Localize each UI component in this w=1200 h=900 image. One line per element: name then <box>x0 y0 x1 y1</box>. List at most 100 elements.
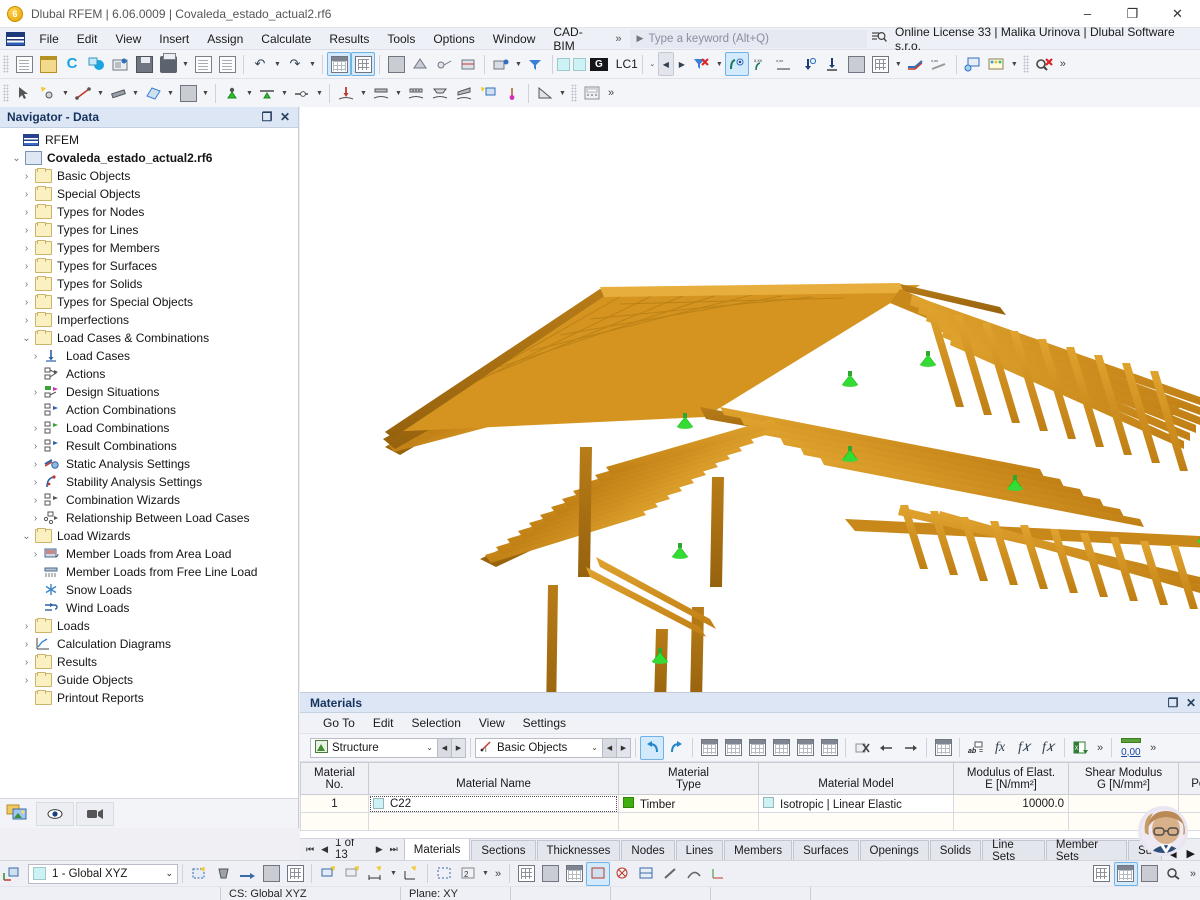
materials-toolbar-overflow-icon[interactable]: » <box>1093 742 1107 754</box>
tree-item-calculation-diagrams[interactable]: › Calculation Diagrams <box>0 635 298 653</box>
line-support-dropdown-icon[interactable]: ▼ <box>279 90 290 97</box>
member-hinge-dropdown-icon[interactable]: ▼ <box>314 90 325 97</box>
select-objects-button[interactable] <box>12 81 36 105</box>
col-material-no[interactable]: Material No. <box>300 762 369 795</box>
table-col-1-button[interactable] <box>745 736 769 760</box>
redo-dropdown-icon[interactable]: ▼ <box>307 61 318 68</box>
render-mode-5-button[interactable] <box>610 862 634 886</box>
tree-item-imperfections[interactable]: › Imperfections <box>0 311 298 329</box>
decimals-button[interactable]: 0,00 <box>1116 736 1146 760</box>
render-button[interactable] <box>408 52 432 76</box>
show-results-button[interactable] <box>724 52 749 76</box>
solid-results-button[interactable] <box>845 52 869 76</box>
tree-item-load-wizards[interactable]: ⌄ Load Wizards <box>0 527 298 545</box>
tree-twisty-14[interactable]: › <box>27 423 44 434</box>
section-view-button[interactable] <box>456 52 480 76</box>
tab-openings[interactable]: Openings <box>859 840 929 860</box>
result-diagram-button[interactable]: x,xx <box>773 52 797 76</box>
menu-calculate[interactable]: Calculate <box>252 29 320 49</box>
new-report-button[interactable] <box>191 52 215 76</box>
navigator-footer-icon[interactable] <box>6 803 28 825</box>
move-row-up-button[interactable] <box>874 736 898 760</box>
view-grid-button[interactable] <box>1090 862 1114 886</box>
tree-twisty-19[interactable]: › <box>27 513 44 524</box>
wireframe-button[interactable] <box>432 52 456 76</box>
formula-button[interactable]: fx <box>988 736 1012 760</box>
coordinate-system-chevron-down-icon[interactable]: ⌄ <box>165 868 173 879</box>
tree-item-types-for-lines[interactable]: › Types for Lines <box>0 221 298 239</box>
member-results-button[interactable] <box>904 52 928 76</box>
cloud-model-button[interactable] <box>84 52 108 76</box>
menu-results[interactable]: Results <box>320 29 378 49</box>
navigator-view-button[interactable] <box>36 801 74 826</box>
undo-dropdown-icon[interactable]: ▼ <box>272 61 283 68</box>
render-mode-7-button[interactable] <box>658 862 682 886</box>
load-case-prev-button[interactable]: ◀ <box>657 52 674 76</box>
new-surface-dropdown-icon[interactable]: ▼ <box>165 90 176 97</box>
grid-snap-button[interactable] <box>259 862 283 886</box>
formula-delete-button[interactable]: f𝑥 <box>1012 736 1036 760</box>
load-case-dropdown-icon[interactable]: ⌄ <box>647 60 658 68</box>
minimize-button[interactable]: – <box>1065 0 1110 28</box>
imperfection-button[interactable] <box>476 81 500 105</box>
move-row-down-button[interactable] <box>898 736 922 760</box>
tree-item-loads[interactable]: › Loads <box>0 617 298 635</box>
materials-menu-selection[interactable]: Selection <box>403 714 470 732</box>
structure-next-button[interactable]: ▶ <box>452 737 466 758</box>
render-mode-6-button[interactable] <box>634 862 658 886</box>
bottom-overflow-icon[interactable]: » <box>491 868 505 880</box>
ortho-button[interactable] <box>235 862 259 886</box>
materials-menu-settings[interactable]: Settings <box>514 714 575 732</box>
surface-load-button[interactable] <box>428 81 452 105</box>
materials-menu-edit[interactable]: Edit <box>364 714 403 732</box>
selection-mode-button[interactable] <box>432 862 456 886</box>
new-solid-dropdown-icon[interactable]: ▼ <box>200 90 211 97</box>
print-dropdown-icon[interactable]: ▼ <box>180 61 191 68</box>
new-line-button[interactable] <box>71 81 95 105</box>
export-excel-button[interactable]: X <box>1069 736 1093 760</box>
visibility-button[interactable] <box>489 52 513 76</box>
cell-material-type[interactable]: Timber <box>618 794 759 813</box>
pager-prev-button[interactable]: ◀ <box>321 844 328 855</box>
menu-edit[interactable]: Edit <box>68 29 107 49</box>
object-snap2-button[interactable] <box>283 862 307 886</box>
import-button[interactable] <box>108 52 132 76</box>
tree-item-relationship-between-load-cases[interactable]: › Relationship Between Load Cases <box>0 509 298 527</box>
tree-twisty-20[interactable]: ⌄ <box>18 531 35 542</box>
selection-extra-dropdown-icon[interactable]: ▼ <box>480 870 491 877</box>
structure-selector[interactable]: Structure ⌄ <box>310 737 438 758</box>
toolbar-grip-2[interactable] <box>1022 55 1029 73</box>
menu-overflow-icon[interactable]: » <box>611 30 625 48</box>
visibility-dropdown-icon[interactable]: ▼ <box>513 61 524 68</box>
delete-row-button[interactable] <box>850 736 874 760</box>
navigator-camera-button[interactable] <box>76 801 114 826</box>
free-load-button[interactable] <box>452 81 476 105</box>
tree-twisty-18[interactable]: › <box>27 495 44 506</box>
materials-menu-view[interactable]: View <box>470 714 514 732</box>
print-button[interactable] <box>156 52 180 76</box>
tab-solids[interactable]: Solids <box>929 840 982 860</box>
clear-results-button[interactable] <box>690 52 714 76</box>
line-support-button[interactable] <box>255 81 279 105</box>
tree-item-snow-loads[interactable]: Snow Loads <box>0 581 298 599</box>
view-isometric-button[interactable] <box>1138 862 1162 886</box>
tree-twisty-2[interactable]: › <box>18 207 35 218</box>
result-legend-dropdown-icon[interactable]: ▼ <box>1009 61 1020 68</box>
table-settings-button[interactable] <box>931 736 955 760</box>
new-node-button[interactable] <box>36 81 60 105</box>
tree-item-wind-loads[interactable]: Wind Loads <box>0 599 298 617</box>
tree-item-types-for-nodes[interactable]: › Types for Nodes <box>0 203 298 221</box>
col-material-name[interactable]: Material Name <box>368 762 619 795</box>
cell-modulus-elasticity[interactable]: 10000.0 <box>953 794 1069 813</box>
materials-table-container[interactable]: Material No. Material Name Material Type… <box>300 762 1200 838</box>
model-view-button[interactable] <box>384 52 408 76</box>
add-pin-button[interactable] <box>500 81 524 105</box>
object-snap-button[interactable] <box>211 862 235 886</box>
tree-item-types-for-solids[interactable]: › Types for Solids <box>0 275 298 293</box>
tree-item-member-loads-from-area-load[interactable]: › Member Loads from Area Load <box>0 545 298 563</box>
structure-chevron-down-icon[interactable]: ⌄ <box>426 743 433 752</box>
render-mode-2-button[interactable] <box>538 862 562 886</box>
menu-assign[interactable]: Assign <box>198 29 252 49</box>
cell-poisson-ratio[interactable] <box>1178 794 1200 813</box>
coordinate-system-icon[interactable] <box>0 862 24 886</box>
